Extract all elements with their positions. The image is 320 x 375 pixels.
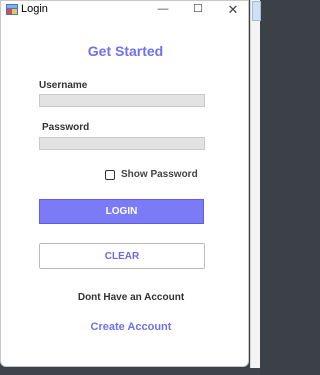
background-window-control (252, 1, 261, 21)
page-title: Get Started (87, 43, 164, 59)
username-label: Username (39, 80, 88, 91)
create-account-link[interactable]: Create Account (1, 321, 261, 333)
minimize-button[interactable]: — (147, 1, 179, 19)
username-field[interactable] (39, 94, 205, 107)
app-icon (6, 4, 18, 15)
login-window: Login — ☐ ✕ Get Started Username Passwor… (0, 0, 249, 367)
maximize-button[interactable]: ☐ (182, 1, 214, 19)
clear-button[interactable]: CLEAR (39, 243, 205, 269)
title-bar[interactable]: Login — ☐ ✕ (1, 1, 248, 19)
login-button[interactable]: LOGIN (39, 199, 204, 224)
show-password-checkbox[interactable] (105, 170, 115, 180)
show-password-label: Show Password (121, 169, 198, 180)
background-window-border (250, 0, 251, 375)
close-button[interactable]: ✕ (217, 1, 249, 19)
window-title: Login (21, 3, 48, 15)
password-field[interactable] (39, 137, 205, 150)
background-window-edge (250, 0, 261, 375)
no-account-text: Dont Have an Account (77, 292, 185, 303)
password-label: Password (42, 122, 90, 133)
desktop-background (0, 368, 260, 375)
